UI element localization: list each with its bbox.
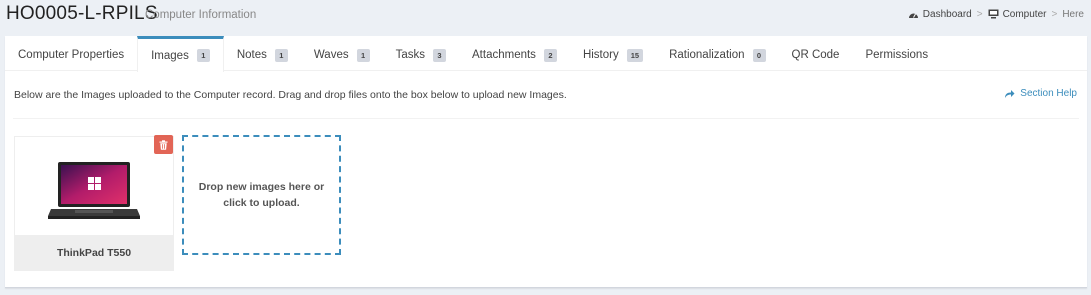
tab-label: Tasks: [395, 49, 426, 61]
image-thumbnail[interactable]: ThinkPad T550: [14, 136, 174, 271]
tab-history[interactable]: History 15: [570, 36, 656, 71]
dropzone-label: Drop new images here or click to upload.: [198, 181, 325, 209]
page-title: HO0005-L-RPILS: [6, 3, 158, 24]
page-subtitle: Computer Information: [145, 9, 257, 21]
count-badge: 2: [543, 48, 557, 62]
count-badge: 1: [196, 49, 210, 62]
tab-label: Notes: [236, 49, 267, 61]
laptop-image: [48, 162, 140, 219]
breadcrumb-computer-label: Computer: [1002, 9, 1047, 20]
breadcrumb-current: Here: [1062, 9, 1084, 20]
tab-waves[interactable]: Waves 1: [301, 36, 383, 71]
monitor-icon: [988, 9, 999, 19]
tab-panel: Computer Properties Images 1 Notes 1 Wav…: [5, 36, 1087, 288]
tab-rationalization[interactable]: Rationalization 0: [656, 36, 778, 71]
count-badge: 3: [433, 48, 447, 62]
breadcrumb-dashboard[interactable]: Dashboard: [908, 9, 972, 20]
breadcrumb-computer[interactable]: Computer: [988, 9, 1047, 20]
tab-tasks[interactable]: Tasks 3: [383, 36, 459, 71]
divider: [13, 118, 1079, 119]
tab-notes[interactable]: Notes 1: [224, 36, 301, 71]
dashboard-icon: [908, 13, 918, 18]
tab-label: Computer Properties: [18, 49, 125, 61]
breadcrumb-separator: >: [1051, 9, 1058, 20]
tab-images[interactable]: Images 1: [137, 36, 224, 72]
tab-label: Waves: [313, 49, 349, 61]
tab-label: QR Code: [791, 49, 840, 61]
breadcrumb: Dashboard > Computer > Here: [908, 9, 1084, 20]
tab-attachments[interactable]: Attachments 2: [459, 36, 570, 71]
tab-bar: Computer Properties Images 1 Notes 1 Wav…: [5, 36, 1087, 72]
tab-label: Permissions: [865, 49, 929, 61]
count-badge: 15: [626, 48, 644, 62]
tab-label: Rationalization: [669, 49, 745, 61]
breadcrumb-dashboard-label: Dashboard: [922, 9, 972, 20]
upload-dropzone[interactable]: Drop new images here or click to upload.: [182, 135, 341, 255]
share-arrow-icon: [1005, 89, 1015, 98]
count-badge: 1: [274, 48, 288, 62]
count-badge: 1: [356, 48, 370, 62]
page-header: HO0005-L-RPILS Computer Information Dash…: [0, 0, 1091, 32]
tab-label: Attachments: [472, 49, 536, 61]
count-badge: 0: [752, 48, 766, 62]
tab-computer-properties[interactable]: Computer Properties: [5, 36, 137, 71]
tab-qr-code[interactable]: QR Code: [779, 36, 853, 71]
tab-permissions[interactable]: Permissions: [852, 36, 941, 71]
tab-label: History: [582, 49, 619, 61]
breadcrumb-separator: >: [976, 9, 983, 20]
section-help-link[interactable]: Section Help: [1004, 88, 1077, 99]
tab-label: Images: [151, 49, 189, 62]
section-help-label: Section Help: [1020, 88, 1077, 99]
delete-image-button[interactable]: [154, 135, 173, 154]
image-caption: ThinkPad T550: [15, 235, 173, 270]
intro-text: Below are the Images uploaded to the Com…: [14, 89, 567, 101]
trash-icon: [159, 139, 168, 150]
